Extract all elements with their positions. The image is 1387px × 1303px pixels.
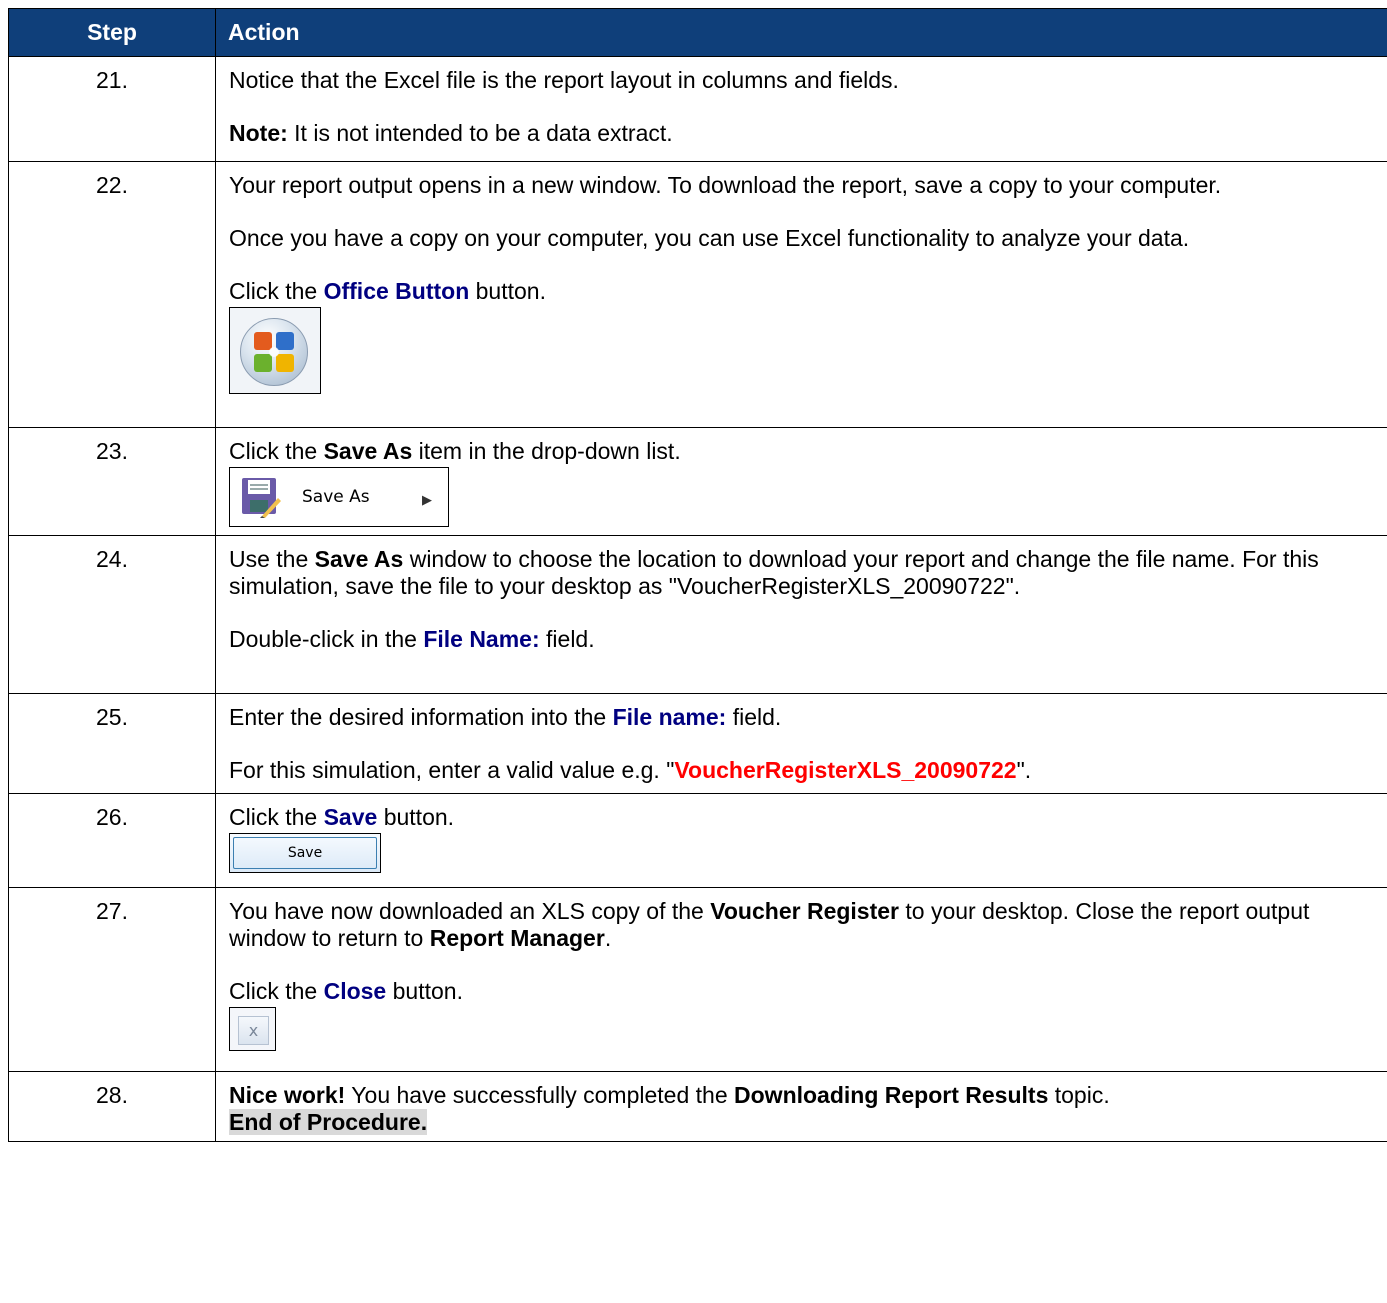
action-text: Once you have a copy on your computer, y… xyxy=(229,225,1190,251)
instruction-pre: Click the xyxy=(229,978,324,1004)
step-number: 23. xyxy=(8,427,216,536)
instruction-pre: Double-click in the xyxy=(229,626,424,652)
example-pre: For this simulation, enter a valid value… xyxy=(229,757,675,783)
submenu-arrow-icon: ▶ xyxy=(422,492,432,507)
save-button-ref: Save xyxy=(323,804,378,830)
file-name-field-ref: File name: xyxy=(612,704,727,730)
instruction-text: Click the Save button. xyxy=(229,804,1380,831)
example-file-name-value: VoucherRegisterXLS_20090722 xyxy=(674,757,1017,783)
note-body: It is not intended to be a data extract. xyxy=(287,120,673,146)
action-column-header: Action xyxy=(215,8,1387,57)
action-cell: Click the Save button. Save xyxy=(215,793,1387,888)
procedure-table: Step Action 21. Notice that the Excel fi… xyxy=(8,8,1387,1142)
action-cell: Notice that the Excel file is the report… xyxy=(215,56,1387,162)
instruction-text: Double-click in the File Name: field. xyxy=(229,626,1380,653)
action-cell: Enter the desired information into the F… xyxy=(215,693,1387,794)
table-row: 26. Click the Save button. Save xyxy=(8,793,1387,888)
table-header-row: Step Action xyxy=(8,8,1387,57)
action-text: Your report output opens in a new window… xyxy=(229,172,1222,198)
instruction-post: field. xyxy=(726,704,782,730)
action-cell: Click the Save As item in the drop-down … xyxy=(215,427,1387,536)
instruction-post: button. xyxy=(469,278,546,304)
instruction-text: Enter the desired information into the F… xyxy=(229,704,1380,731)
text-pre: Use the xyxy=(229,546,315,572)
step-number: 24. xyxy=(8,535,216,694)
note-label: Note: xyxy=(229,120,288,146)
save-as-window-ref: Save As xyxy=(314,546,404,572)
note-text: Note: It is not intended to be a data ex… xyxy=(229,120,1380,147)
example-value-text: For this simulation, enter a valid value… xyxy=(229,757,1380,784)
close-button-ref: Close xyxy=(323,978,387,1004)
save-button-label: Save xyxy=(233,837,377,869)
action-cell: Nice work! You have successfully complet… xyxy=(215,1071,1387,1142)
table-row: 28. Nice work! You have successfully com… xyxy=(8,1071,1387,1142)
file-name-field-ref: File Name: xyxy=(423,626,540,652)
action-cell: Your report output opens in a new window… xyxy=(215,161,1387,428)
instruction-pre: Click the xyxy=(229,804,324,830)
instruction-post: field. xyxy=(539,626,595,652)
nice-work-label: Nice work! xyxy=(229,1082,346,1108)
table-row: 21. Notice that the Excel file is the re… xyxy=(8,56,1387,162)
completion-text: Nice work! You have successfully complet… xyxy=(229,1082,1380,1109)
close-icon: x xyxy=(238,1016,269,1045)
table-row: 25. Enter the desired information into t… xyxy=(8,693,1387,794)
action-text: Notice that the Excel file is the report… xyxy=(229,67,899,93)
step-number: 26. xyxy=(8,793,216,888)
instruction-post: button. xyxy=(386,978,463,1004)
topic-name: Downloading Report Results xyxy=(734,1082,1049,1108)
voucher-register-ref: Voucher Register xyxy=(710,898,899,924)
step-number: 28. xyxy=(8,1071,216,1142)
table-row: 22. Your report output opens in a new wi… xyxy=(8,161,1387,428)
action-cell: Use the Save As window to choose the loc… xyxy=(215,535,1387,694)
office-button-icon xyxy=(254,332,294,372)
action-text: You have now downloaded an XLS copy of t… xyxy=(229,898,1380,952)
instruction-pre: Enter the desired information into the xyxy=(229,704,613,730)
table-row: 27. You have now downloaded an XLS copy … xyxy=(8,887,1387,1072)
text-pre: You have now downloaded an XLS copy of t… xyxy=(229,898,711,924)
instruction-post: button. xyxy=(377,804,455,830)
action-cell: You have now downloaded an XLS copy of t… xyxy=(215,887,1387,1072)
instruction-pre: Click the xyxy=(229,278,324,304)
end-of-procedure-label: End of Procedure. xyxy=(229,1109,428,1135)
step-number: 27. xyxy=(8,887,216,1072)
instruction-text: Click the Close button. xyxy=(229,978,1380,1005)
action-text: Use the Save As window to choose the loc… xyxy=(229,546,1380,600)
office-button-ref: Office Button xyxy=(323,278,470,304)
table-row: 23. Click the Save As item in the drop-d… xyxy=(8,427,1387,536)
text-post: . xyxy=(604,925,612,951)
text-post: topic. xyxy=(1048,1082,1110,1108)
step-number: 21. xyxy=(8,56,216,162)
floppy-save-as-icon xyxy=(242,478,281,518)
instruction-post: item in the drop-down list. xyxy=(412,438,681,464)
table-row: 24. Use the Save As window to choose the… xyxy=(8,535,1387,694)
office-button-screenshot[interactable] xyxy=(229,307,321,394)
report-manager-ref: Report Manager xyxy=(429,925,605,951)
instruction-pre: Click the xyxy=(229,438,324,464)
text-mid: You have successfully completed the xyxy=(345,1082,735,1108)
instruction-text: Click the Office Button button. xyxy=(229,278,1380,305)
step-number: 22. xyxy=(8,161,216,428)
step-column-header: Step xyxy=(8,8,216,57)
step-number: 25. xyxy=(8,693,216,794)
close-button[interactable]: x xyxy=(229,1007,276,1051)
save-as-menu-item[interactable]: Save As ▶ xyxy=(229,467,449,527)
save-button[interactable]: Save xyxy=(229,833,381,873)
instruction-text: Click the Save As item in the drop-down … xyxy=(229,438,1380,465)
save-as-ref: Save As xyxy=(323,438,413,464)
save-as-label: Save As xyxy=(302,487,370,507)
example-post: ". xyxy=(1016,757,1032,783)
